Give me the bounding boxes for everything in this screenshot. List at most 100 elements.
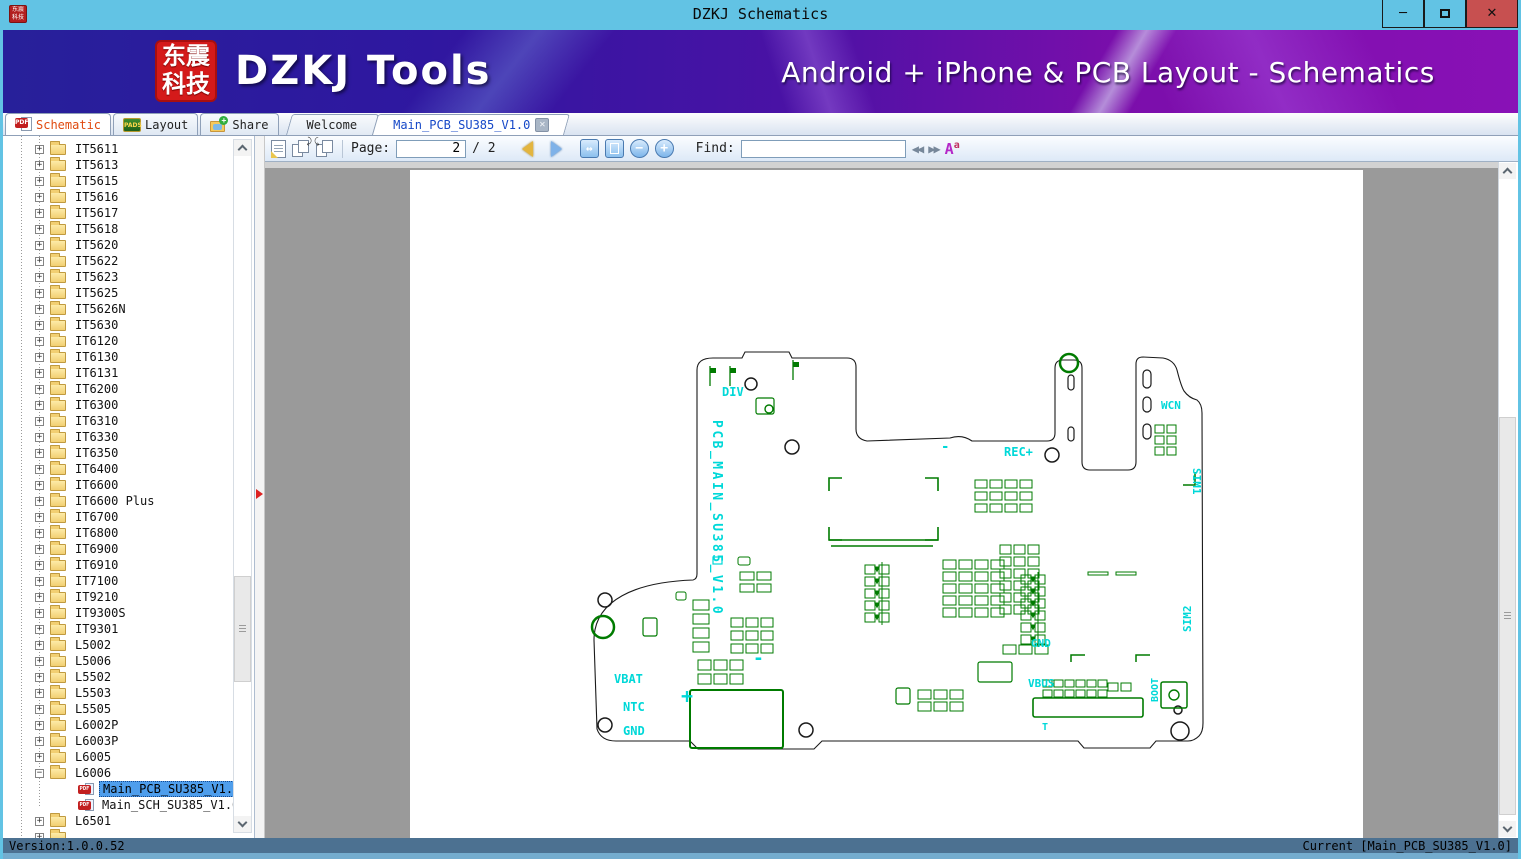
expand-icon[interactable]: + — [35, 640, 44, 650]
tree-item-pdf[interactable]: PDF Main_SCH_SU385_V1.0 — [3, 797, 254, 813]
expand-icon[interactable]: + — [35, 400, 44, 410]
tree-item-folder[interactable]: + IT5625 — [3, 284, 254, 301]
document-tab-main_pcb_su385_v1.0[interactable]: Main_PCB_SU385_V1.0 ✕ — [375, 114, 567, 135]
tree-item-folder[interactable]: + IT9300S — [3, 604, 254, 621]
tree-item-folder[interactable]: + IT6800 — [3, 524, 254, 541]
scroll-up-button[interactable] — [1499, 163, 1516, 179]
close-button[interactable]: ✕ — [1466, 0, 1518, 28]
tree-item-folder[interactable]: + IT6910 — [3, 556, 254, 573]
tree-item-folder[interactable]: + IT5611 — [3, 140, 254, 157]
expand-icon[interactable]: + — [35, 416, 44, 426]
tree-item-folder[interactable]: + IT5618 — [3, 220, 254, 237]
rotate-left-button[interactable]: ⤹ — [314, 137, 334, 158]
expand-icon[interactable]: + — [35, 352, 44, 362]
scroll-down-button[interactable] — [1499, 821, 1516, 837]
rotate-right-button[interactable]: ⤸ — [292, 137, 312, 158]
tree-item-folder[interactable]: + IT6400 — [3, 460, 254, 477]
find-next-icon[interactable]: ▶▶ — [928, 142, 941, 156]
tab-share[interactable]: + Share — [200, 113, 279, 135]
tree-item-folder[interactable]: − L6006 — [3, 764, 254, 781]
expand-icon[interactable]: + — [35, 272, 44, 282]
tree-item-folder[interactable]: + IT6200 — [3, 380, 254, 397]
tree-item-folder[interactable]: + L5502 — [3, 668, 254, 685]
expand-icon[interactable]: + — [35, 752, 44, 762]
minimize-button[interactable]: ─ — [1382, 0, 1424, 28]
tree-item-pdf[interactable]: PDF Main_PCB_SU385_V1.0 — [3, 781, 254, 797]
find-input[interactable] — [740, 139, 906, 158]
expand-icon[interactable]: + — [35, 832, 44, 838]
expand-icon[interactable]: + — [35, 384, 44, 394]
expand-icon[interactable]: + — [35, 560, 44, 570]
expand-icon[interactable]: + — [35, 224, 44, 234]
tree-item-folder[interactable]: + IT6300 — [3, 396, 254, 413]
tree-item-folder[interactable]: + L6501 — [3, 812, 254, 829]
tree-item-folder[interactable]: + IT5630 — [3, 316, 254, 333]
expand-icon[interactable]: + — [35, 672, 44, 682]
expand-icon[interactable]: + — [35, 464, 44, 474]
collapse-panel-icon[interactable] — [256, 489, 263, 499]
expand-icon[interactable]: + — [35, 368, 44, 378]
tree-item-folder[interactable]: + IT6130 — [3, 348, 254, 365]
expand-icon[interactable]: + — [35, 656, 44, 666]
expand-icon[interactable]: + — [35, 432, 44, 442]
expand-icon[interactable]: + — [35, 288, 44, 298]
tree-item-folder[interactable]: + IT6131 — [3, 364, 254, 381]
tree-item-folder[interactable]: + IT6330 — [3, 428, 254, 445]
tab-schematic[interactable]: PDF Schematic — [5, 113, 112, 135]
expand-icon[interactable]: + — [35, 192, 44, 202]
expand-icon[interactable]: + — [35, 448, 44, 458]
expand-icon[interactable]: + — [35, 720, 44, 730]
maximize-button[interactable] — [1424, 0, 1466, 28]
document-viewport[interactable]: DIV PCB_MAIN_SU385_V1.0 REC+ WCN SIM1 SIM2 GND… — [265, 162, 1498, 838]
tree-item-folder[interactable]: + IT6700 — [3, 508, 254, 525]
expand-icon[interactable]: + — [35, 256, 44, 266]
expand-icon[interactable]: + — [35, 592, 44, 602]
document-scrollbar[interactable] — [1498, 162, 1518, 838]
tree-item-folder[interactable]: + IT5617 — [3, 204, 254, 221]
tree-item-folder[interactable]: + L6002P — [3, 716, 254, 733]
expand-icon[interactable]: + — [35, 320, 44, 330]
expand-icon[interactable]: + — [35, 576, 44, 586]
expand-icon[interactable]: + — [35, 304, 44, 314]
expand-icon[interactable]: + — [35, 704, 44, 714]
tree-item-folder[interactable]: + IT5620 — [3, 236, 254, 253]
expand-icon[interactable]: + — [35, 816, 44, 826]
document-tab-welcome[interactable]: Welcome — [289, 114, 376, 135]
fit-page-button[interactable] — [604, 139, 624, 158]
tree-item-folder[interactable]: + IT6310 — [3, 412, 254, 429]
page-number-input[interactable] — [396, 139, 467, 158]
tree-item-folder[interactable]: + IT6120 — [3, 332, 254, 349]
expand-icon[interactable]: + — [35, 480, 44, 490]
expand-icon[interactable]: + — [35, 144, 44, 154]
expand-icon[interactable]: + — [35, 496, 44, 506]
tree-item-folder[interactable]: + L5002 — [3, 636, 254, 653]
tree-item-folder[interactable]: + — [3, 828, 254, 838]
tree-item-folder[interactable]: + L5006 — [3, 652, 254, 669]
expand-icon[interactable]: + — [35, 160, 44, 170]
fit-width-button[interactable]: ↔ — [579, 139, 599, 158]
find-previous-icon[interactable]: ◀◀ — [912, 142, 925, 156]
previous-page-button[interactable] — [521, 140, 533, 157]
tree-item-folder[interactable]: + IT7100 — [3, 572, 254, 589]
scrollbar-thumb[interactable] — [1499, 417, 1516, 815]
scroll-down-button[interactable] — [234, 816, 251, 832]
expand-icon[interactable]: + — [35, 688, 44, 698]
tree-item-folder[interactable]: + IT9210 — [3, 588, 254, 605]
expand-icon[interactable]: + — [35, 176, 44, 186]
tree-item-folder[interactable]: + IT6350 — [3, 444, 254, 461]
tree-scrollbar[interactable] — [233, 139, 252, 833]
expand-icon[interactable]: + — [35, 512, 44, 522]
copy-page-button[interactable] — [271, 139, 286, 158]
expand-icon[interactable]: + — [35, 208, 44, 218]
tree-item-folder[interactable]: + IT5626N — [3, 300, 254, 317]
zoom-out-button[interactable]: − — [629, 139, 649, 158]
expand-icon[interactable]: + — [35, 544, 44, 554]
close-tab-icon[interactable]: ✕ — [535, 117, 550, 132]
expand-icon[interactable]: + — [35, 336, 44, 346]
tree-item-folder[interactable]: + IT5613 — [3, 156, 254, 173]
font-size-icon[interactable]: Aa — [945, 140, 960, 158]
tree-item-folder[interactable]: + L5503 — [3, 684, 254, 701]
tree-item-folder[interactable]: + IT5623 — [3, 268, 254, 285]
panel-splitter[interactable] — [255, 136, 265, 838]
collapse-icon[interactable]: − — [35, 768, 44, 778]
